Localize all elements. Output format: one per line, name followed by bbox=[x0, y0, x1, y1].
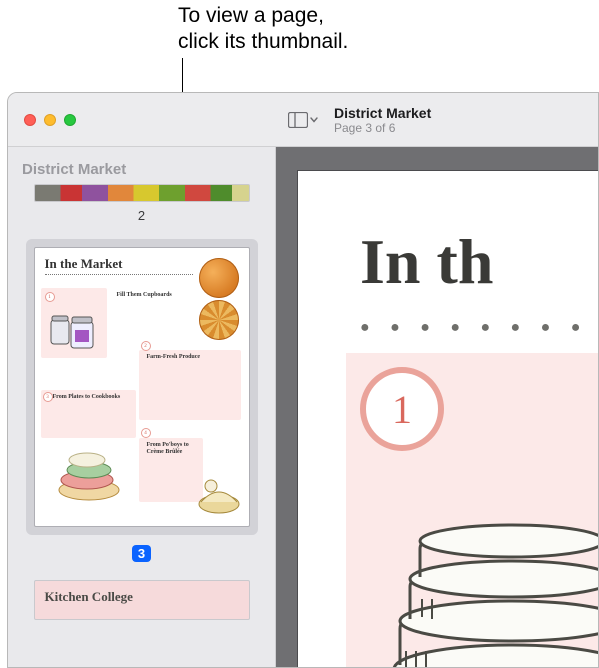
thumb-heading: Fill Them Cupboards bbox=[117, 292, 177, 299]
document-title-block[interactable]: District Market Page 3 of 6 bbox=[334, 105, 431, 135]
page-thumbnail-4[interactable]: Kitchen College bbox=[34, 580, 250, 620]
step-marker-1: 1 bbox=[360, 367, 444, 451]
jars-illustration-large-icon bbox=[382, 479, 598, 667]
sidebar-icon bbox=[288, 112, 308, 128]
document-canvas[interactable]: In th ● ● ● ● ● ● ● ● ● ● ● ● ● ● ● ● ● … bbox=[276, 147, 598, 667]
close-window-button[interactable] bbox=[24, 114, 36, 126]
sidebar-view-menu-button[interactable] bbox=[286, 107, 320, 133]
pie-illustration-icon bbox=[197, 478, 241, 514]
zoom-window-button[interactable] bbox=[64, 114, 76, 126]
orange-slice-illustration-icon bbox=[199, 300, 239, 340]
thumb-step-marker: 2 bbox=[141, 341, 151, 351]
thumb4-title: Kitchen College bbox=[45, 589, 133, 604]
page-indicator: Page 3 of 6 bbox=[334, 121, 431, 135]
document-title: District Market bbox=[334, 105, 431, 121]
page-thumbnail-2[interactable] bbox=[34, 184, 250, 202]
orange-illustration-icon bbox=[199, 258, 239, 298]
chevron-down-icon bbox=[310, 117, 318, 123]
thumb-heading: Farm-Fresh Produce bbox=[147, 354, 207, 361]
minimize-window-button[interactable] bbox=[44, 114, 56, 126]
window-controls bbox=[24, 114, 76, 126]
bowls-illustration-icon bbox=[53, 444, 125, 502]
page-thumbnail-3-content: In the Market 1 2 3 4 Fill Them Cupboard… bbox=[34, 247, 250, 527]
page-thumbnail-3-selected[interactable]: In the Market 1 2 3 4 Fill Them Cupboard… bbox=[26, 239, 258, 535]
thumb-step-marker: 4 bbox=[141, 428, 151, 438]
thumb-heading: From Plates to Cookbooks bbox=[53, 394, 123, 401]
dotted-rule: ● ● ● ● ● ● ● ● ● ● ● ● ● ● ● ● ● ● ● ● … bbox=[360, 319, 598, 337]
sidebar-document-title: District Market bbox=[22, 161, 261, 178]
app-window: District Market Page 3 of 6 District Mar… bbox=[7, 92, 599, 668]
titlebar: District Market Page 3 of 6 bbox=[8, 93, 598, 147]
page-number-3-current: 3 bbox=[132, 545, 151, 562]
help-callout: To view a page, click its thumbnail. bbox=[178, 3, 348, 55]
thumb-heading: From Po'boys to Crème Brûlée bbox=[147, 442, 203, 456]
page-number-2: 2 bbox=[34, 208, 250, 223]
page-3-paper[interactable]: In th ● ● ● ● ● ● ● ● ● ● ● ● ● ● ● ● ● … bbox=[298, 171, 598, 667]
thumb-divider bbox=[45, 274, 193, 275]
jars-illustration-icon bbox=[49, 302, 99, 354]
page-title: In th bbox=[360, 225, 493, 299]
thumbnails-sidebar: District Market 2 In the Market 1 bbox=[8, 147, 276, 667]
thumb-step-marker: 3 bbox=[43, 392, 53, 402]
thumb-page-title: In the Market bbox=[45, 256, 123, 272]
thumb-step-marker: 1 bbox=[45, 292, 55, 302]
